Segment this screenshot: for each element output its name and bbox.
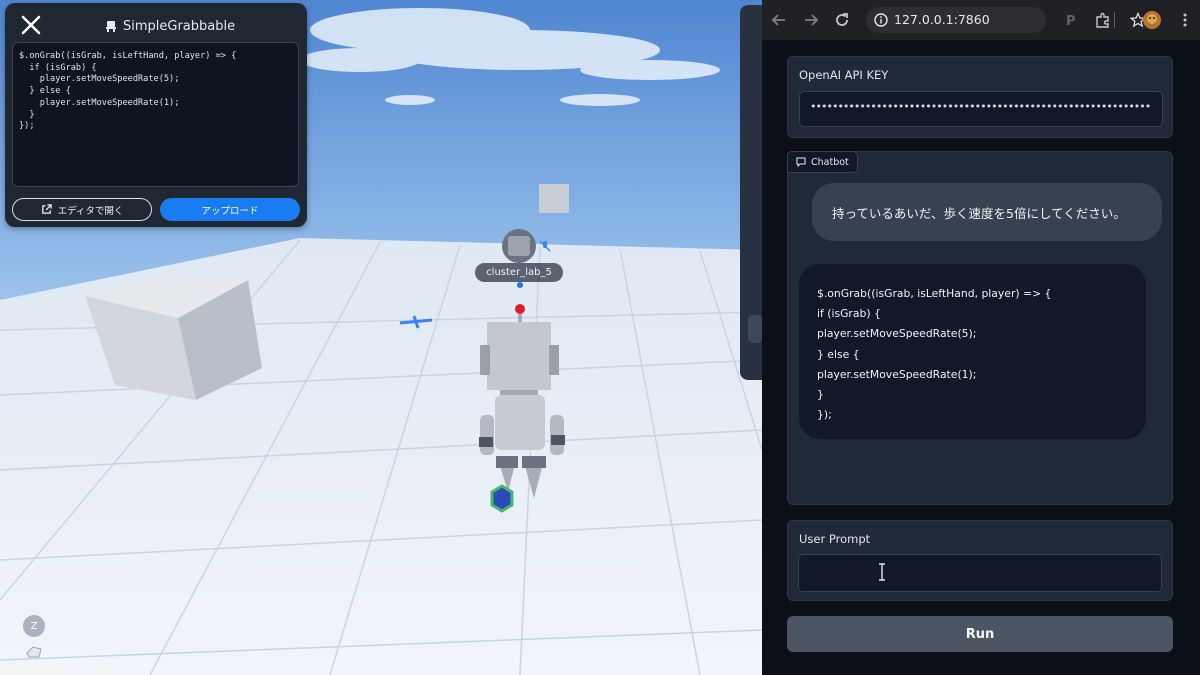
upload-button[interactable]: アップロード [160, 198, 300, 221]
user-prompt-label: User Prompt [799, 532, 871, 546]
url-text: 127.0.0.1:7860 [894, 12, 990, 27]
text-cursor-icon [879, 563, 885, 581]
api-key-label: OpenAI API KEY [799, 68, 889, 82]
browser-toolbar: 127.0.0.1:7860 P [762, 0, 1200, 40]
close-icon[interactable] [19, 13, 43, 37]
address-bar[interactable]: 127.0.0.1:7860 [866, 7, 1146, 33]
menu-icon[interactable] [1176, 11, 1194, 29]
cube-object-small[interactable] [539, 184, 569, 213]
open-in-editor-label: エディタで開く [57, 205, 124, 217]
external-link-icon [41, 204, 52, 214]
bot-message-bubble: $.onGrab((isGrab, isLeftHand, player) =>… [798, 263, 1147, 440]
back-icon[interactable] [770, 11, 788, 29]
player-name-tag: cluster_lab_5 [475, 263, 563, 282]
user-message-bubble: 持っているあいだ、歩く速度を5倍にしてください。 [812, 183, 1162, 241]
hud-hand-icon[interactable] [25, 643, 43, 659]
player-avatar-badge [502, 229, 536, 263]
chair-icon [106, 21, 116, 32]
info-icon[interactable] [874, 13, 888, 27]
upload-label: アップロード [201, 205, 259, 217]
gradio-app-page: OpenAI API KEY •••••••••••••••••••••••••… [762, 40, 1200, 675]
grabbable-script-panel: SimpleGrabbable $.onGrab((isGrab, isLeft… [5, 3, 307, 227]
browser-window: 127.0.0.1:7860 P OpenAI API KEY ••••••••… [762, 0, 1200, 675]
virtual-world-view[interactable]: SimpleGrabbable $.onGrab((isGrab, isLeft… [0, 0, 762, 675]
avatar-icon[interactable] [1142, 10, 1162, 30]
mic-muted-icon [539, 240, 551, 252]
grab-panel-title: SimpleGrabbable [105, 17, 235, 35]
user-message-text: 持っているあいだ、歩く速度を5倍にしてください。 [832, 205, 1126, 221]
user-prompt-input[interactable] [798, 554, 1162, 592]
chat-bubble-icon [796, 157, 806, 167]
chatbot-label: Chatbot [811, 156, 849, 168]
script-code-editor[interactable]: $.onGrab((isGrab, isLeftHand, player) =>… [12, 42, 299, 187]
z-key-label: Z [30, 620, 38, 632]
toolbar-divider [1114, 12, 1115, 28]
run-button[interactable]: Run [787, 616, 1173, 652]
grab-panel-title-text: SimpleGrabbable [123, 18, 236, 34]
grabbable-item[interactable] [490, 484, 514, 513]
svg-text:P: P [1066, 14, 1076, 29]
open-in-editor-button[interactable]: エディタで開く [12, 198, 152, 221]
api-key-card: OpenAI API KEY •••••••••••••••••••••••••… [787, 56, 1173, 138]
extension-p-icon[interactable]: P [1062, 11, 1080, 29]
chatbot-label-tag: Chatbot [787, 151, 858, 173]
api-key-input[interactable]: ••••••••••••••••••••••••••••••••••••••••… [799, 91, 1163, 127]
run-label: Run [965, 626, 995, 642]
z-key-hint[interactable]: Z [23, 615, 45, 637]
reload-icon[interactable] [833, 11, 851, 29]
puzzle-icon[interactable] [1094, 11, 1112, 29]
forward-icon[interactable] [802, 11, 820, 29]
player-name: cluster_lab_5 [486, 267, 552, 278]
